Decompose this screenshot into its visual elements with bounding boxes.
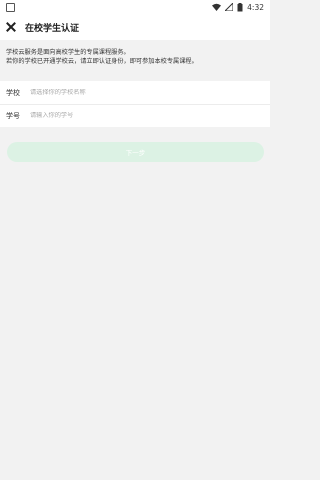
- status-bar: 4:32: [0, 0, 270, 14]
- battery-icon: [237, 2, 243, 11]
- screen: 4:32 在校学生认证 学校云服务是面向高校学生的专属课程服务。 若你的学校已开…: [0, 0, 270, 480]
- info-text: 学校云服务是面向高校学生的专属课程服务。 若你的学校已开通学校云，请立即认证身份…: [0, 40, 270, 76]
- clock-time: 4:32: [247, 2, 264, 12]
- school-select-input[interactable]: [30, 89, 230, 96]
- app-bar: 在校学生认证: [0, 14, 270, 40]
- notification-icon: [6, 3, 15, 12]
- next-button[interactable]: 下一步: [7, 142, 264, 162]
- school-row[interactable]: 学校: [0, 81, 270, 105]
- school-label: 学校: [6, 88, 20, 97]
- verification-form: 学校 学号: [0, 81, 270, 127]
- status-icons: 4:32: [212, 1, 264, 13]
- student-id-label: 学号: [6, 111, 20, 120]
- signal-icon: [225, 3, 234, 11]
- student-id-input[interactable]: [30, 112, 230, 119]
- close-icon[interactable]: [6, 22, 16, 32]
- info-line-1: 学校云服务是面向高校学生的专属课程服务。: [6, 49, 130, 56]
- info-line-2: 若你的学校已开通学校云，请立即认证身份，即可参加本校专属课程。: [6, 58, 198, 65]
- wifi-icon: [212, 3, 222, 11]
- student-id-row[interactable]: 学号: [0, 104, 270, 127]
- page-title: 在校学生认证: [25, 23, 80, 34]
